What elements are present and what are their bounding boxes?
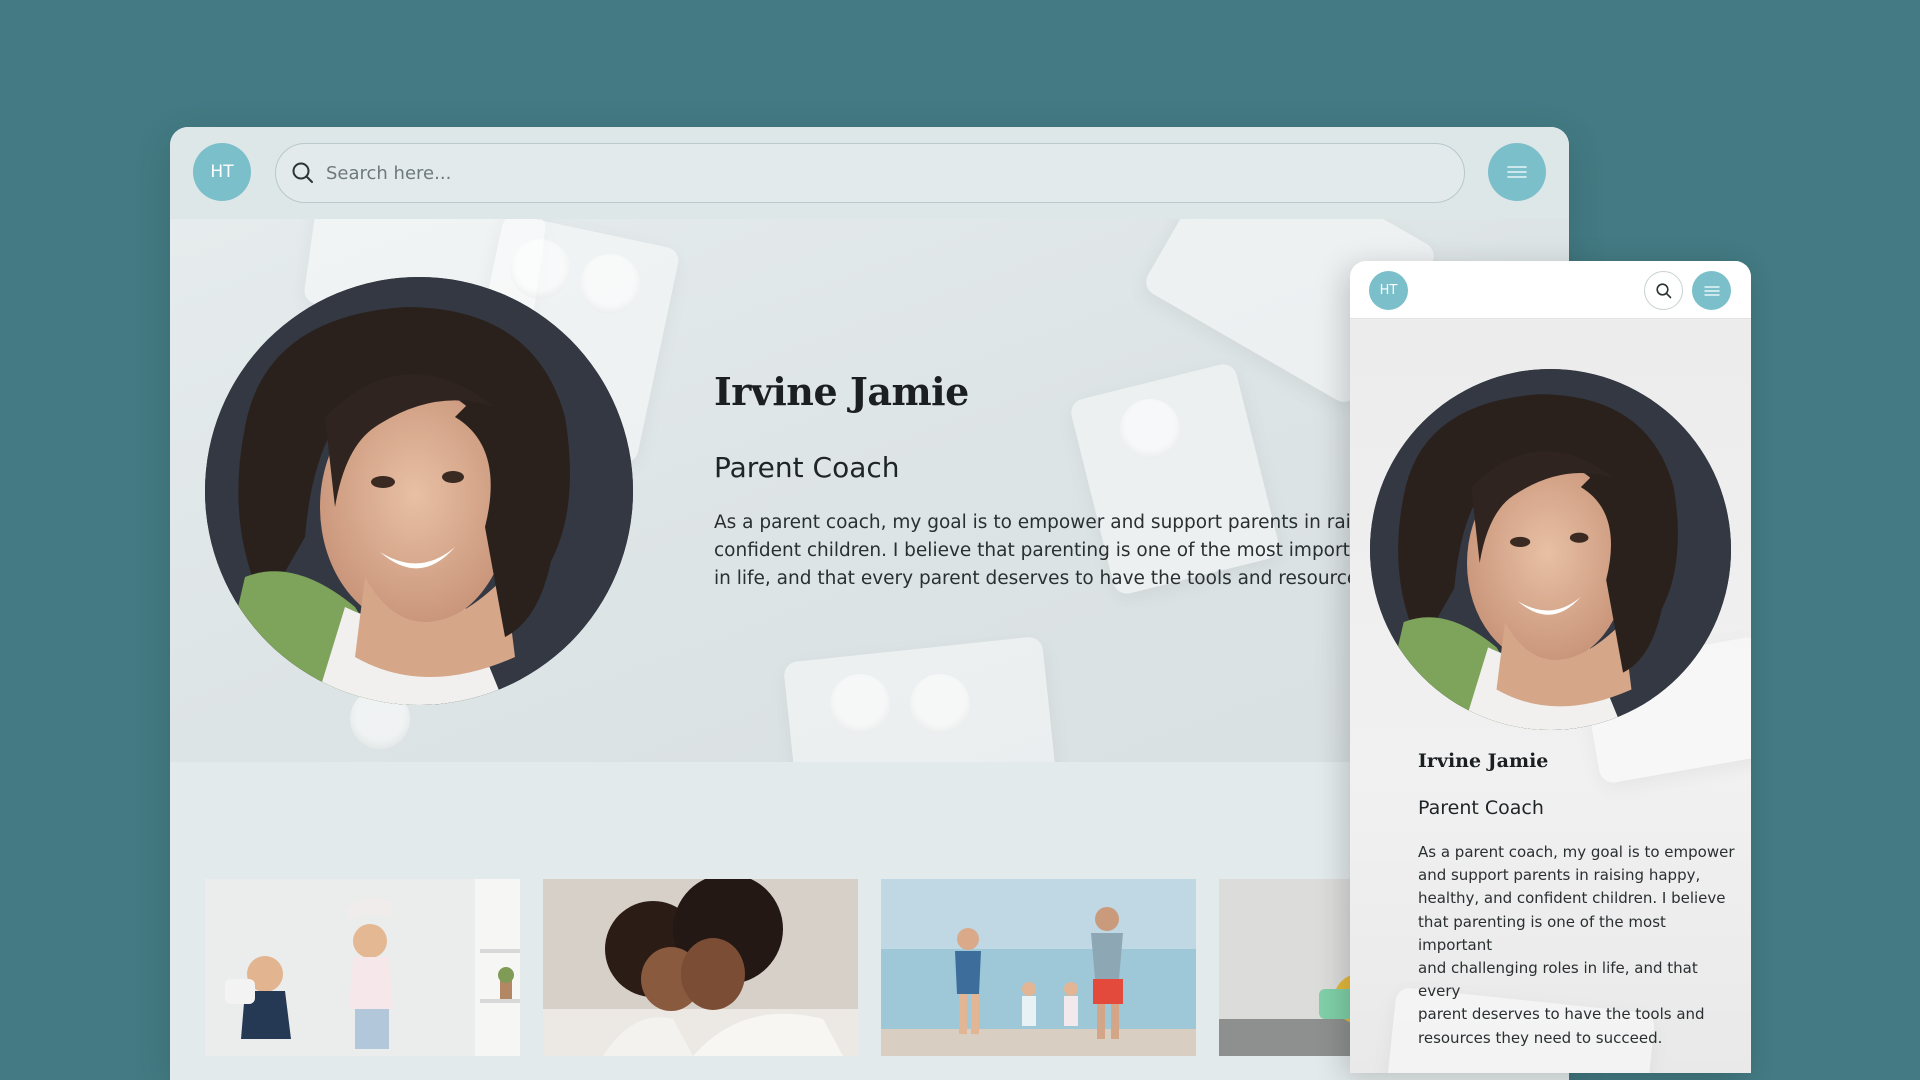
mobile-search-button[interactable] bbox=[1644, 271, 1683, 310]
bio-line: confident children. I believe that paren… bbox=[714, 540, 1406, 561]
lego-stud-decoration bbox=[510, 239, 570, 299]
gallery-photo-mother-child[interactable] bbox=[543, 879, 858, 1056]
search-input[interactable] bbox=[326, 162, 1464, 184]
avatar-initials: HT bbox=[1379, 283, 1398, 298]
bio-line: that parenting is one of the most import… bbox=[1418, 912, 1666, 954]
gallery-photo-kids-pillow-fight[interactable] bbox=[205, 879, 520, 1056]
profile-photo bbox=[1370, 369, 1731, 730]
bio-line: and challenging roles in life, and that … bbox=[1418, 959, 1698, 1001]
mobile-logo-avatar[interactable]: HT bbox=[1369, 271, 1408, 310]
bio-line: resources they need to succeed. bbox=[1418, 1028, 1663, 1047]
bio-line: healthy, and confident children. I belie… bbox=[1418, 889, 1726, 908]
avatar-initials: HT bbox=[210, 162, 234, 182]
bio-line: parent deserves to have the tools and bbox=[1418, 1005, 1705, 1024]
bio-line: As a parent coach, my goal is to empower… bbox=[714, 512, 1407, 533]
mobile-menu-button[interactable] bbox=[1692, 271, 1731, 310]
lego-stud-decoration bbox=[1120, 399, 1180, 459]
bio-line: As a parent coach, my goal is to empower bbox=[1418, 843, 1735, 861]
coach-role: Parent Coach bbox=[1418, 797, 1544, 819]
woman-portrait-image bbox=[205, 277, 633, 705]
profile-photo bbox=[205, 277, 633, 705]
coach-name: Irvine Jamie bbox=[1418, 750, 1549, 772]
gallery-photo-family-beach[interactable] bbox=[881, 879, 1196, 1056]
desktop-header: HT bbox=[170, 127, 1569, 219]
photo-gallery bbox=[205, 879, 1534, 1056]
mobile-hero-section: Irvine Jamie Parent Coach As a parent co… bbox=[1350, 320, 1751, 1073]
desktop-menu-button[interactable] bbox=[1488, 143, 1546, 201]
lego-stud-decoration bbox=[910, 674, 970, 734]
coach-role: Parent Coach bbox=[714, 451, 900, 484]
hamburger-menu-icon bbox=[1703, 285, 1720, 296]
coach-name: Irvine Jamie bbox=[714, 369, 969, 414]
lego-stud-decoration bbox=[580, 254, 640, 314]
desktop-logo-avatar[interactable]: HT bbox=[193, 143, 251, 201]
woman-portrait-image bbox=[1370, 369, 1731, 730]
lego-stud-decoration bbox=[830, 674, 890, 734]
desktop-search-bar[interactable] bbox=[275, 143, 1465, 203]
bio-line: in life, and that every parent deserves … bbox=[714, 568, 1405, 589]
coach-bio: As a parent coach, my goal is to empower… bbox=[714, 509, 1414, 593]
mobile-preview-window: HT Irvine Jamie Parent Coach As a parent… bbox=[1350, 261, 1751, 1073]
coach-bio: As a parent coach, my goal is to empower… bbox=[1418, 841, 1738, 1050]
search-icon bbox=[292, 162, 313, 183]
search-icon bbox=[1655, 282, 1671, 298]
bio-line: and support parents in raising happy, bbox=[1418, 866, 1701, 885]
hamburger-menu-icon bbox=[1507, 166, 1527, 178]
mobile-header: HT bbox=[1350, 261, 1751, 319]
